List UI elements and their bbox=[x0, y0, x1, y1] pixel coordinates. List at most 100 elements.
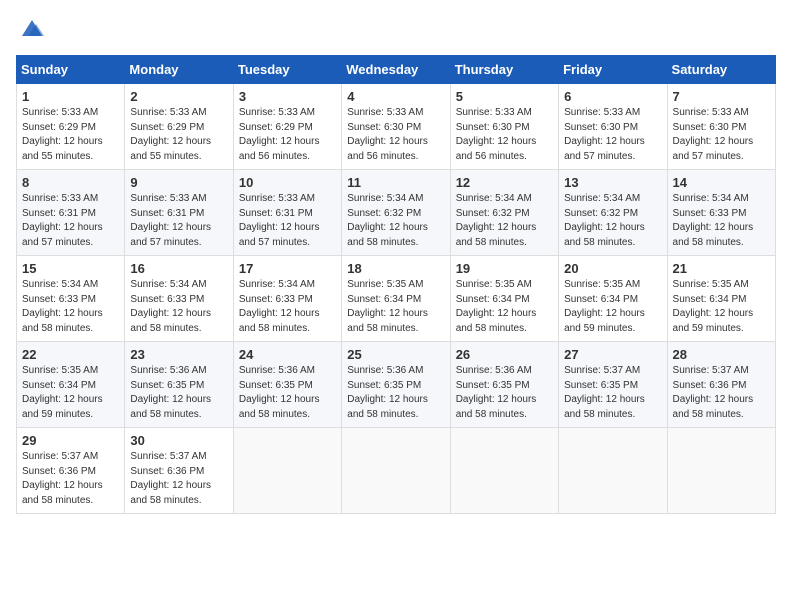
day-info: Sunrise: 5:36 AMSunset: 6:35 PMDaylight:… bbox=[347, 364, 444, 422]
calendar-day-cell: 1 Sunrise: 5:33 AMSunset: 6:29 PMDaylight… bbox=[17, 84, 125, 170]
day-of-week-header: Tuesday bbox=[233, 56, 341, 84]
day-info: Sunrise: 5:34 AMSunset: 6:32 PMDaylight:… bbox=[347, 192, 444, 250]
day-info: Sunrise: 5:33 AMSunset: 6:29 PMDaylight:… bbox=[130, 106, 227, 164]
day-info: Sunrise: 5:37 AMSunset: 6:36 PMDaylight:… bbox=[22, 450, 119, 508]
day-info: Sunrise: 5:35 AMSunset: 6:34 PMDaylight:… bbox=[673, 278, 770, 336]
day-number: 24 bbox=[239, 347, 336, 362]
day-info: Sunrise: 5:33 AMSunset: 6:30 PMDaylight:… bbox=[673, 106, 770, 164]
calendar-day-cell: 16 Sunrise: 5:34 AMSunset: 6:33 PMDayligh… bbox=[125, 256, 233, 342]
day-info: Sunrise: 5:34 AMSunset: 6:33 PMDaylight:… bbox=[22, 278, 119, 336]
day-info: Sunrise: 5:33 AMSunset: 6:31 PMDaylight:… bbox=[22, 192, 119, 250]
day-of-week-header: Sunday bbox=[17, 56, 125, 84]
day-number: 22 bbox=[22, 347, 119, 362]
calendar-day-cell: 2 Sunrise: 5:33 AMSunset: 6:29 PMDaylight… bbox=[125, 84, 233, 170]
days-of-week-row: SundayMondayTuesdayWednesdayThursdayFrid… bbox=[17, 56, 776, 84]
calendar-day-cell: 29 Sunrise: 5:37 AMSunset: 6:36 PMDayligh… bbox=[17, 428, 125, 514]
calendar-week-row: 15 Sunrise: 5:34 AMSunset: 6:33 PMDayligh… bbox=[17, 256, 776, 342]
day-of-week-header: Monday bbox=[125, 56, 233, 84]
calendar-day-cell: 6 Sunrise: 5:33 AMSunset: 6:30 PMDaylight… bbox=[559, 84, 667, 170]
calendar-day-cell: 19Sunrise: 5:35 AMSunset: 6:34 PMDayligh… bbox=[450, 256, 558, 342]
day-info: Sunrise: 5:34 AMSunset: 6:33 PMDaylight:… bbox=[673, 192, 770, 250]
day-number: 23 bbox=[130, 347, 227, 362]
logo bbox=[16, 16, 50, 45]
calendar-day-cell bbox=[342, 428, 450, 514]
calendar-day-cell: 15 Sunrise: 5:34 AMSunset: 6:33 PMDayligh… bbox=[17, 256, 125, 342]
day-info: Sunrise: 5:37 AMSunset: 6:35 PMDaylight:… bbox=[564, 364, 661, 422]
calendar-day-cell: 14 Sunrise: 5:34 AMSunset: 6:33 PMDayligh… bbox=[667, 170, 775, 256]
calendar-day-cell: 5 Sunrise: 5:33 AMSunset: 6:30 PMDaylight… bbox=[450, 84, 558, 170]
day-number: 16 bbox=[130, 261, 227, 276]
calendar-body: 1 Sunrise: 5:33 AMSunset: 6:29 PMDaylight… bbox=[17, 84, 776, 514]
calendar-day-cell: 12Sunrise: 5:34 AMSunset: 6:32 PMDayligh… bbox=[450, 170, 558, 256]
day-number: 1 bbox=[22, 89, 119, 104]
calendar-day-cell: 24 Sunrise: 5:36 AMSunset: 6:35 PMDayligh… bbox=[233, 342, 341, 428]
day-number: 3 bbox=[239, 89, 336, 104]
day-number: 13 bbox=[564, 175, 661, 190]
page-header bbox=[16, 16, 776, 45]
day-number: 6 bbox=[564, 89, 661, 104]
day-info: Sunrise: 5:33 AMSunset: 6:31 PMDaylight:… bbox=[130, 192, 227, 250]
day-number: 21 bbox=[673, 261, 770, 276]
calendar-day-cell: 7 Sunrise: 5:33 AMSunset: 6:30 PMDaylight… bbox=[667, 84, 775, 170]
calendar-week-row: 1 Sunrise: 5:33 AMSunset: 6:29 PMDaylight… bbox=[17, 84, 776, 170]
day-info: Sunrise: 5:35 AMSunset: 6:34 PMDaylight:… bbox=[564, 278, 661, 336]
calendar-day-cell: 4Sunrise: 5:33 AMSunset: 6:30 PMDaylight… bbox=[342, 84, 450, 170]
calendar-day-cell: 13Sunrise: 5:34 AMSunset: 6:32 PMDayligh… bbox=[559, 170, 667, 256]
day-info: Sunrise: 5:35 AMSunset: 6:34 PMDaylight:… bbox=[22, 364, 119, 422]
calendar-day-cell: 17 Sunrise: 5:34 AMSunset: 6:33 PMDayligh… bbox=[233, 256, 341, 342]
calendar-day-cell: 3 Sunrise: 5:33 AMSunset: 6:29 PMDaylight… bbox=[233, 84, 341, 170]
day-of-week-header: Thursday bbox=[450, 56, 558, 84]
calendar-day-cell bbox=[667, 428, 775, 514]
day-number: 20 bbox=[564, 261, 661, 276]
day-number: 2 bbox=[130, 89, 227, 104]
day-info: Sunrise: 5:36 AMSunset: 6:35 PMDaylight:… bbox=[130, 364, 227, 422]
day-number: 7 bbox=[673, 89, 770, 104]
day-info: Sunrise: 5:35 AMSunset: 6:34 PMDaylight:… bbox=[456, 278, 553, 336]
day-number: 12 bbox=[456, 175, 553, 190]
logo-icon bbox=[18, 16, 46, 40]
day-info: Sunrise: 5:36 AMSunset: 6:35 PMDaylight:… bbox=[239, 364, 336, 422]
day-info: Sunrise: 5:33 AMSunset: 6:29 PMDaylight:… bbox=[22, 106, 119, 164]
calendar-day-cell: 28 Sunrise: 5:37 AMSunset: 6:36 PMDayligh… bbox=[667, 342, 775, 428]
day-info: Sunrise: 5:33 AMSunset: 6:31 PMDaylight:… bbox=[239, 192, 336, 250]
calendar-week-row: 29 Sunrise: 5:37 AMSunset: 6:36 PMDayligh… bbox=[17, 428, 776, 514]
day-number: 30 bbox=[130, 433, 227, 448]
day-number: 10 bbox=[239, 175, 336, 190]
day-number: 29 bbox=[22, 433, 119, 448]
day-number: 15 bbox=[22, 261, 119, 276]
calendar-day-cell: 18Sunrise: 5:35 AMSunset: 6:34 PMDayligh… bbox=[342, 256, 450, 342]
day-info: Sunrise: 5:33 AMSunset: 6:29 PMDaylight:… bbox=[239, 106, 336, 164]
day-number: 5 bbox=[456, 89, 553, 104]
day-number: 14 bbox=[673, 175, 770, 190]
calendar-day-cell bbox=[233, 428, 341, 514]
day-info: Sunrise: 5:34 AMSunset: 6:33 PMDaylight:… bbox=[239, 278, 336, 336]
calendar-day-cell: 21 Sunrise: 5:35 AMSunset: 6:34 PMDayligh… bbox=[667, 256, 775, 342]
calendar-day-cell: 9 Sunrise: 5:33 AMSunset: 6:31 PMDaylight… bbox=[125, 170, 233, 256]
day-number: 11 bbox=[347, 175, 444, 190]
calendar-day-cell: 26Sunrise: 5:36 AMSunset: 6:35 PMDayligh… bbox=[450, 342, 558, 428]
calendar-day-cell bbox=[559, 428, 667, 514]
calendar-day-cell: 22 Sunrise: 5:35 AMSunset: 6:34 PMDayligh… bbox=[17, 342, 125, 428]
calendar-day-cell bbox=[450, 428, 558, 514]
calendar-day-cell: 25 Sunrise: 5:36 AMSunset: 6:35 PMDayligh… bbox=[342, 342, 450, 428]
calendar-day-cell: 30 Sunrise: 5:37 AMSunset: 6:36 PMDayligh… bbox=[125, 428, 233, 514]
day-number: 18 bbox=[347, 261, 444, 276]
calendar-day-cell: 11 Sunrise: 5:34 AMSunset: 6:32 PMDayligh… bbox=[342, 170, 450, 256]
day-info: Sunrise: 5:37 AMSunset: 6:36 PMDaylight:… bbox=[130, 450, 227, 508]
day-info: Sunrise: 5:33 AMSunset: 6:30 PMDaylight:… bbox=[564, 106, 661, 164]
day-number: 25 bbox=[347, 347, 444, 362]
calendar-week-row: 8Sunrise: 5:33 AMSunset: 6:31 PMDaylight… bbox=[17, 170, 776, 256]
day-info: Sunrise: 5:36 AMSunset: 6:35 PMDaylight:… bbox=[456, 364, 553, 422]
day-number: 17 bbox=[239, 261, 336, 276]
day-info: Sunrise: 5:33 AMSunset: 6:30 PMDaylight:… bbox=[456, 106, 553, 164]
day-number: 4 bbox=[347, 89, 444, 104]
day-number: 27 bbox=[564, 347, 661, 362]
calendar-day-cell: 8Sunrise: 5:33 AMSunset: 6:31 PMDaylight… bbox=[17, 170, 125, 256]
day-info: Sunrise: 5:34 AMSunset: 6:33 PMDaylight:… bbox=[130, 278, 227, 336]
calendar-table: SundayMondayTuesdayWednesdayThursdayFrid… bbox=[16, 55, 776, 514]
day-number: 28 bbox=[673, 347, 770, 362]
day-number: 9 bbox=[130, 175, 227, 190]
day-info: Sunrise: 5:37 AMSunset: 6:36 PMDaylight:… bbox=[673, 364, 770, 422]
calendar-day-cell: 20 Sunrise: 5:35 AMSunset: 6:34 PMDayligh… bbox=[559, 256, 667, 342]
calendar-day-cell: 23 Sunrise: 5:36 AMSunset: 6:35 PMDayligh… bbox=[125, 342, 233, 428]
